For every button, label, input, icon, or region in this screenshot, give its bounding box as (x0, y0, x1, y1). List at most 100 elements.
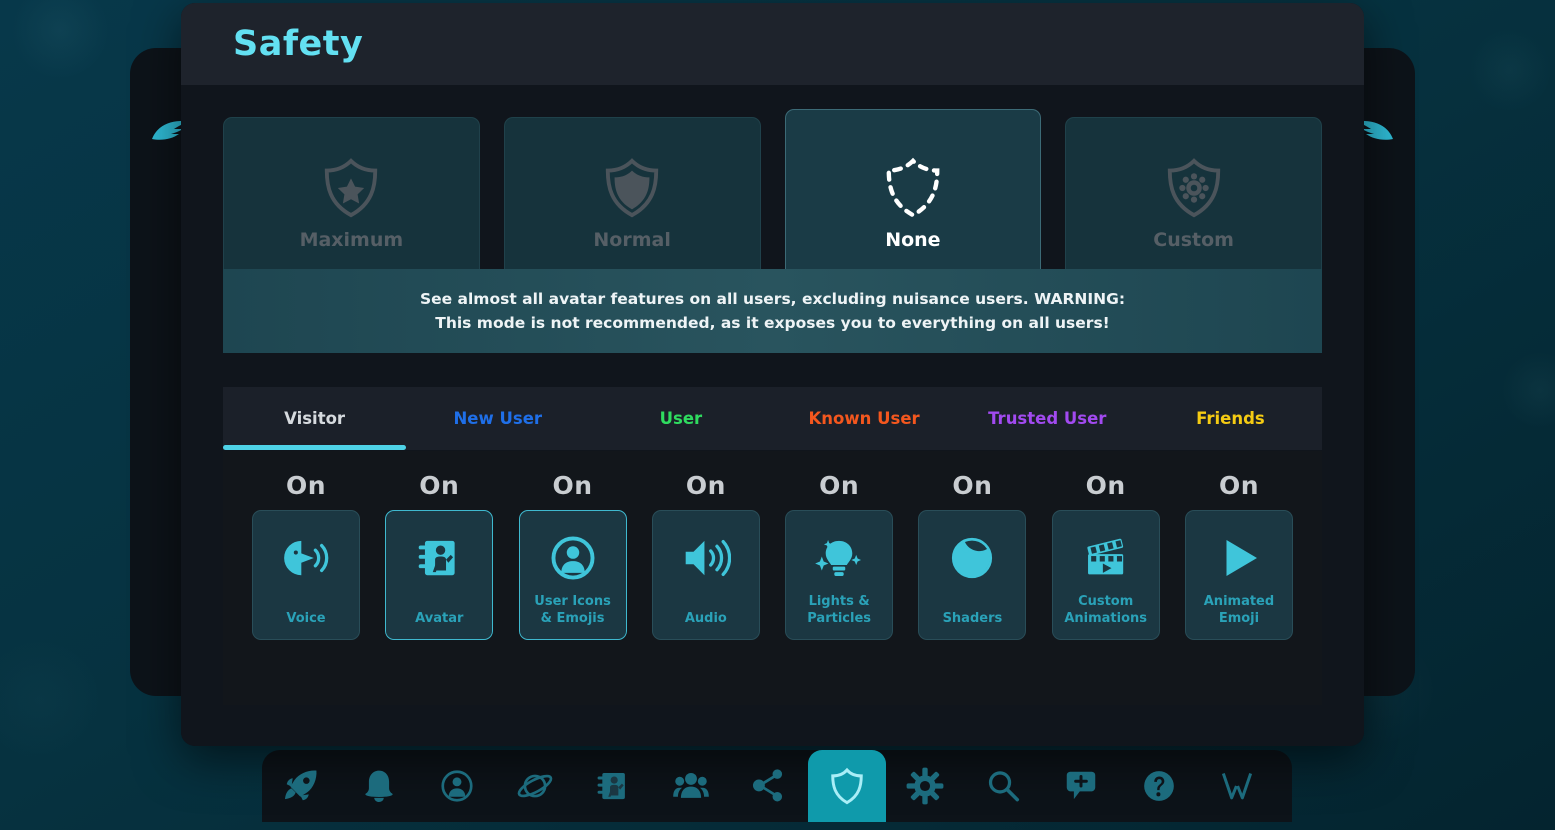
tab-visitor[interactable]: Visitor (223, 387, 407, 450)
safety-level-card-none[interactable]: None (784, 109, 1042, 269)
feature-toggle-button[interactable]: Lights & Particles (785, 510, 894, 640)
feature-state-label: On (685, 471, 726, 500)
nav-profile-button[interactable] (418, 750, 496, 822)
modal-header: Safety (181, 3, 1364, 85)
tab-label: Trusted User (988, 409, 1107, 428)
warning-banner: See almost all avatar features on all us… (223, 269, 1322, 353)
feature-label: User Icons & Emojis (534, 594, 611, 627)
feature-toggle-button[interactable]: Custom Animations (1051, 510, 1160, 640)
feature-label: Avatar (415, 611, 464, 627)
shield-gear-icon (1163, 153, 1225, 223)
safety-modal: Safety Maximum Normal None Custom See almos… (181, 3, 1364, 746)
play-icon (1214, 529, 1264, 587)
feature-label: Animated Emoji (1203, 594, 1275, 627)
shield-dashed-icon (882, 153, 944, 223)
feature-custom-animations: On Custom Animations (1047, 471, 1165, 705)
nav-shield-button[interactable] (808, 750, 886, 822)
trust-level-tabs: Visitor New User User Known User Trusted Use… (223, 387, 1322, 451)
nav-groups-button[interactable] (652, 750, 730, 822)
safety-level-card-normal[interactable]: Normal (503, 117, 761, 269)
feature-state-label: On (1218, 471, 1259, 500)
page-title: Safety (233, 24, 364, 64)
bottom-nav-bar (262, 750, 1292, 822)
chat-plus-icon (1062, 767, 1100, 805)
nav-social-graph-button[interactable] (730, 750, 808, 822)
safety-level-label: Normal (593, 229, 671, 251)
groups-icon (672, 767, 710, 805)
tab-label: Visitor (284, 409, 346, 428)
social-graph-icon (750, 767, 788, 805)
feature-toggle-button[interactable]: User Icons & Emojis (518, 510, 627, 640)
feature-state-label: On (552, 471, 593, 500)
warning-line-1: See almost all avatar features on all us… (419, 289, 1126, 308)
feature-shaders: On Shaders (913, 471, 1031, 705)
feature-lights-particles: On Lights & Particles (780, 471, 898, 705)
tab-trusted-user[interactable]: Trusted User (956, 387, 1139, 450)
tab-user[interactable]: User (589, 387, 772, 450)
feature-state-label: On (819, 471, 860, 500)
nav-help-button[interactable] (1120, 750, 1198, 822)
safety-level-label: Custom (1153, 229, 1234, 251)
safety-level-card-maximum[interactable]: Maximum (223, 117, 480, 269)
feature-audio: On Audio (647, 471, 765, 705)
shield-icon (828, 767, 866, 805)
help-icon (1140, 767, 1178, 805)
shield-star-icon (320, 153, 382, 223)
safety-level-label: Maximum (299, 229, 404, 251)
feature-user-icons-emojis: On User Icons & Emojis (514, 471, 632, 705)
nav-avatar-book-button[interactable] (574, 750, 652, 822)
vrchat-logo-icon (1218, 767, 1256, 805)
feature-toggle-button[interactable]: Audio (651, 510, 760, 640)
nav-search-button[interactable] (964, 750, 1042, 822)
tab-label: User (659, 409, 703, 428)
feature-label: Audio (684, 611, 727, 627)
feature-state-label: On (1085, 471, 1126, 500)
nav-vrchat-logo-button[interactable] (1198, 750, 1276, 822)
nav-planet-button[interactable] (496, 750, 574, 822)
voice-icon (281, 529, 331, 587)
feature-toggle-button[interactable]: Shaders (918, 510, 1027, 640)
feature-toggle-grid: On Voice On Avatar On User Icons & Emojis On Aud… (223, 451, 1322, 705)
safety-level-section: Maximum Normal None Custom See almost all a… (223, 109, 1322, 387)
safety-level-label: None (885, 229, 941, 251)
safety-level-card-custom[interactable]: Custom (1065, 117, 1322, 269)
lightbulb-icon (814, 529, 864, 587)
feature-toggle-button[interactable]: Voice (252, 510, 360, 640)
avatar-book-icon (594, 767, 632, 805)
planet-icon (516, 767, 554, 805)
feature-state-label: On (419, 471, 460, 500)
tab-label: Friends (1196, 409, 1265, 428)
tab-known-user[interactable]: Known User (773, 387, 956, 450)
nav-chat-plus-button[interactable] (1042, 750, 1120, 822)
feature-state-label: On (952, 471, 993, 500)
avatar-book-icon (414, 529, 464, 587)
feature-label: Lights & Particles (807, 594, 871, 627)
feature-avatar: On Avatar (380, 471, 498, 705)
bell-icon (360, 767, 398, 805)
feature-toggle-button[interactable]: Animated Emoji (1184, 510, 1293, 640)
feature-animated-emoji: On Animated Emoji (1180, 471, 1298, 705)
warning-line-2: This mode is not recommended, as it expo… (435, 314, 1110, 332)
feature-label: Custom Animations (1064, 594, 1148, 627)
profile-icon (438, 767, 476, 805)
feature-toggle-button[interactable]: Avatar (385, 510, 494, 640)
feature-label: Shaders (942, 611, 1003, 627)
nav-rocket-button[interactable] (262, 750, 340, 822)
feature-state-label: On (285, 471, 327, 500)
tab-new-user[interactable]: New User (406, 387, 589, 450)
tab-friends[interactable]: Friends (1139, 387, 1322, 450)
feature-voice: On Voice (247, 471, 365, 705)
user-circle-icon (548, 529, 598, 587)
orb-icon (947, 529, 997, 587)
safety-level-row: Maximum Normal None Custom (223, 109, 1322, 269)
nav-gear-button[interactable] (886, 750, 964, 822)
tab-active-underline (223, 445, 407, 450)
tab-label: New User (453, 409, 543, 428)
clapperboard-icon (1081, 529, 1131, 587)
shield-plain-icon (601, 153, 663, 223)
tab-label: Known User (808, 409, 920, 428)
modal-body: Maximum Normal None Custom See almost all a… (181, 109, 1364, 746)
search-icon (984, 767, 1022, 805)
rocket-icon (282, 767, 320, 805)
nav-bell-button[interactable] (340, 750, 418, 822)
